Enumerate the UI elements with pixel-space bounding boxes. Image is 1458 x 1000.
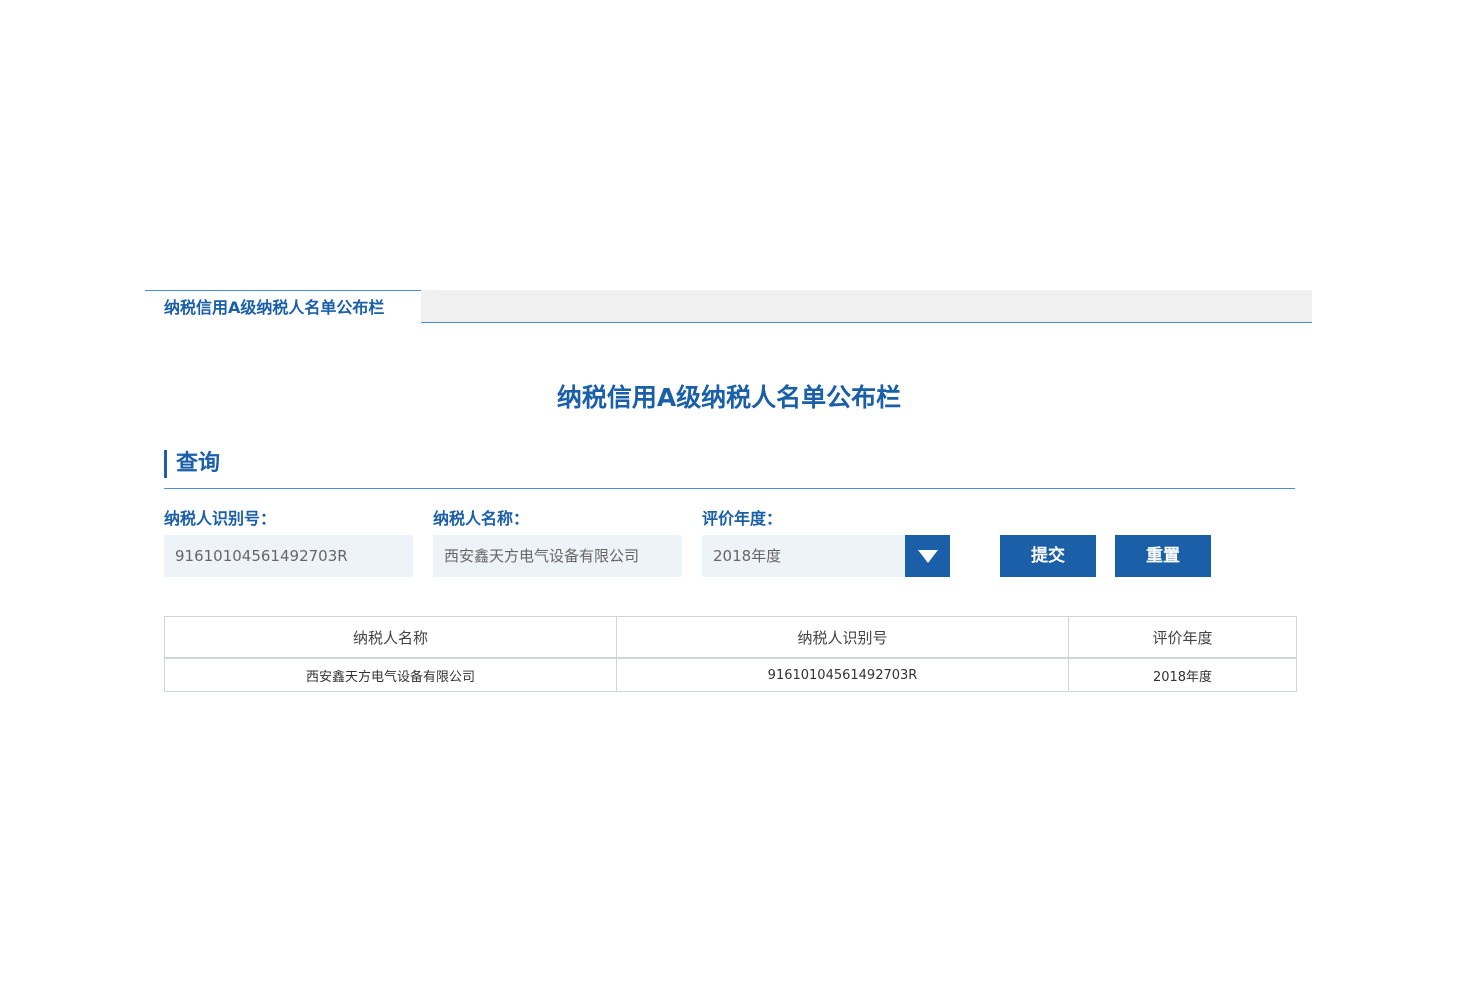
eval-year-label: 评价年度： xyxy=(702,509,783,528)
column-header-eval-year: 评价年度 xyxy=(1068,616,1297,659)
submit-button[interactable]: 提交 xyxy=(1000,535,1096,577)
cell-taxpayer-name: 西安鑫天方电气设备有限公司 xyxy=(164,657,617,692)
results-table: 纳税人名称 纳税人识别号 评价年度 西安鑫天方电气设备有限公司 91610104… xyxy=(164,616,1297,692)
reset-button[interactable]: 重置 xyxy=(1115,535,1211,577)
column-header-taxpayer-name: 纳税人名称 xyxy=(164,616,617,659)
cell-eval-year: 2018年度 xyxy=(1068,657,1297,692)
taxpayer-id-label: 纳税人识别号： xyxy=(164,509,277,528)
eval-year-selected-value: 2018年度 xyxy=(713,547,782,565)
taxpayer-id-input[interactable] xyxy=(164,535,413,577)
eval-year-select[interactable]: 2018年度 xyxy=(702,535,950,577)
cell-taxpayer-id: 91610104561492703R xyxy=(616,657,1069,692)
taxpayer-name-input[interactable] xyxy=(433,535,682,577)
query-section-header: 查询 xyxy=(164,448,1295,489)
section-accent-bar xyxy=(164,450,167,478)
column-header-taxpayer-id: 纳税人识别号 xyxy=(616,616,1069,659)
table-header-row: 纳税人名称 纳税人识别号 评价年度 xyxy=(164,616,1297,659)
chevron-down-icon[interactable] xyxy=(905,535,950,577)
tab-a-level-taxpayer-list[interactable]: 纳税信用A级纳税人名单公布栏 xyxy=(145,290,421,323)
tab-bar: 纳税信用A级纳税人名单公布栏 xyxy=(145,290,1312,323)
taxpayer-name-label: 纳税人名称： xyxy=(433,509,530,528)
page-title: 纳税信用A级纳税人名单公布栏 xyxy=(556,383,902,412)
table-row: 西安鑫天方电气设备有限公司 91610104561492703R 2018年度 xyxy=(164,657,1297,692)
page: 纳税信用A级纳税人名单公布栏 纳税信用A级纳税人名单公布栏 查询 纳税人识别号：… xyxy=(0,0,1458,1000)
section-title: 查询 xyxy=(176,451,221,476)
